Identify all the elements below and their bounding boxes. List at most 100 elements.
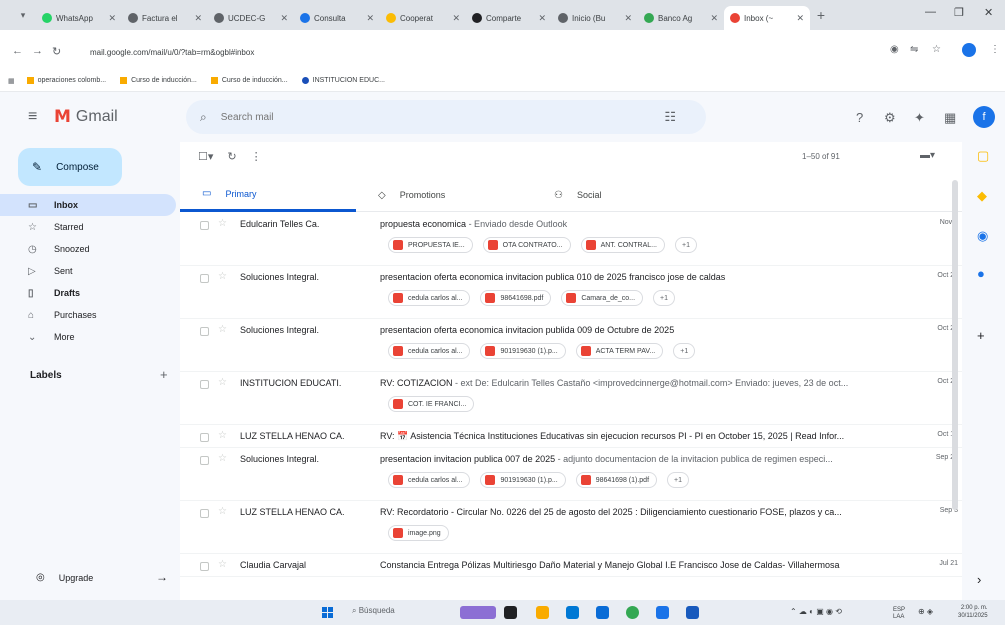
search-icon[interactable]: ⌕ — [200, 110, 207, 125]
close-tab-icon[interactable]: ✕ — [706, 13, 718, 24]
scrollbar[interactable] — [952, 180, 958, 510]
email-row[interactable]: ☆ LUZ STELLA HENAO CA. RV: Recordatorio - … — [180, 501, 962, 554]
browser-tab[interactable]: Comparte ✕ — [466, 6, 552, 30]
row-checkbox[interactable] — [200, 456, 209, 465]
nav-item-purchases[interactable]: ⌂ Purchases — [0, 304, 176, 326]
bookmark-item[interactable]: operaciones colomb... — [26, 77, 106, 84]
browser-tab[interactable]: Inicio (Bu ✕ — [552, 6, 638, 30]
attachment-chip[interactable]: 901919630 (1).p... — [480, 472, 566, 488]
outlook-icon[interactable] — [656, 606, 669, 619]
close-tab-icon[interactable]: ✕ — [190, 13, 202, 24]
browser-tab[interactable]: UCDEC-G ✕ — [208, 6, 294, 30]
close-tab-icon[interactable]: ✕ — [104, 13, 116, 24]
email-row[interactable]: ☆ Soluciones Integral. presentacion invita… — [180, 448, 962, 501]
minimize-icon[interactable]: — — [925, 6, 936, 18]
contacts-icon[interactable]: ● — [977, 266, 985, 281]
task-view-icon[interactable] — [504, 606, 517, 619]
star-icon[interactable]: ☆ — [218, 218, 227, 229]
upgrade-button[interactable]: ◎ Upgrade — [36, 572, 93, 583]
more-attachments-chip[interactable]: +1 — [653, 290, 675, 306]
bookmark-item[interactable]: INSTITUCION EDUC... — [301, 77, 385, 84]
row-checkbox[interactable] — [200, 509, 209, 518]
help-icon[interactable]: ? — [856, 110, 863, 125]
apps-icon[interactable]: ▦ — [944, 110, 956, 126]
browser-tab[interactable]: Inbox (~ ✕ — [724, 6, 810, 30]
close-tab-icon[interactable]: ✕ — [534, 13, 546, 24]
windows-start-icon[interactable] — [322, 607, 333, 618]
compose-button[interactable]: ✎ Compose — [18, 148, 122, 186]
back-icon[interactable]: ← — [12, 45, 23, 57]
nav-item-drafts[interactable]: ▯ Drafts — [0, 282, 176, 304]
star-icon[interactable]: ☆ — [218, 506, 227, 517]
more-attachments-chip[interactable]: +1 — [674, 237, 697, 253]
row-checkbox[interactable] — [200, 327, 209, 336]
gmail-logo[interactable]: M Gmail — [54, 107, 118, 127]
row-checkbox[interactable] — [200, 562, 209, 571]
input-tools-icon[interactable]: ▬▾ — [920, 150, 935, 161]
close-tab-icon[interactable]: ✕ — [276, 13, 288, 24]
edge-icon[interactable] — [566, 606, 579, 619]
close-window-icon[interactable]: ✕ — [984, 6, 993, 19]
menu-dots-icon[interactable]: ⋮ — [990, 44, 1000, 55]
close-tab-icon[interactable]: ✕ — [448, 13, 460, 24]
nav-item-snoozed[interactable]: ◷ Snoozed — [0, 238, 176, 260]
new-tab-button[interactable]: + — [810, 7, 832, 23]
attachment-chip[interactable]: ACTA TERM PAV... — [575, 343, 664, 359]
email-row[interactable]: ☆ Claudia Carvajal Constancia Entrega Póli… — [180, 554, 962, 577]
widgets-icon[interactable] — [460, 606, 496, 619]
keep-icon[interactable]: ◆ — [977, 188, 987, 204]
nav-item-sent[interactable]: ▷ Sent — [0, 260, 176, 282]
main-menu-icon[interactable]: ≡ — [28, 108, 37, 126]
word-icon[interactable] — [686, 606, 699, 619]
nav-item-starred[interactable]: ☆ Starred — [0, 216, 176, 238]
reload-icon[interactable]: ↻ — [52, 45, 61, 58]
attachment-chip[interactable]: Camara_de_co... — [561, 290, 644, 306]
refresh-icon[interactable]: ↻ — [227, 150, 236, 163]
taskbar-clock[interactable]: 2:00 p. m. 30/11/2025 — [958, 604, 988, 620]
tab-search-icon[interactable]: ▾ — [10, 10, 36, 21]
email-row[interactable]: ☆ Soluciones Integral. presentacion oferta… — [180, 266, 962, 319]
account-avatar[interactable]: f — [973, 106, 995, 128]
gemini-icon[interactable]: ✦ — [914, 110, 925, 126]
row-checkbox[interactable] — [200, 221, 209, 230]
url-bar[interactable]: mail.google.com/mail/u/0/?tab=rm&ogbl#in… — [66, 41, 886, 63]
tab-social[interactable]: ⚇ Social — [532, 178, 708, 212]
search-input[interactable] — [220, 111, 621, 123]
network-volume-icons[interactable]: ⊕ ◈ — [918, 607, 933, 616]
close-tab-icon[interactable]: ✕ — [362, 13, 374, 24]
more-actions-icon[interactable]: ⋮ — [251, 150, 262, 163]
row-checkbox[interactable] — [200, 274, 209, 283]
maximize-icon[interactable]: ❐ — [954, 6, 964, 19]
star-icon[interactable]: ☆ — [218, 271, 227, 282]
attachment-chip[interactable]: ANT. CONTRAL... — [580, 237, 665, 253]
taskbar-search[interactable]: ⌕ Búsqueda — [352, 606, 395, 616]
star-icon[interactable]: ☆ — [218, 324, 227, 335]
settings-gear-icon[interactable]: ⚙ — [884, 110, 896, 126]
select-all-checkbox[interactable]: ☐▾ — [198, 150, 213, 163]
nav-item-inbox[interactable]: ▭ Inbox — [0, 194, 176, 216]
store-icon[interactable] — [596, 606, 609, 619]
eye-icon[interactable]: ◉ — [890, 44, 899, 55]
attachment-chip[interactable]: COT. IE FRANCI... — [388, 396, 475, 412]
tab-promotions[interactable]: ◇ Promotions — [356, 178, 532, 212]
chrome-icon[interactable] — [626, 606, 639, 619]
apps-grid-icon[interactable]: ▦ — [8, 77, 15, 85]
attachment-chip[interactable]: 98641698.pdf — [480, 290, 552, 306]
language-indicator[interactable]: ESP LAA — [893, 607, 905, 621]
close-tab-icon[interactable]: ✕ — [792, 13, 804, 24]
attachment-chip[interactable]: OTA CONTRATO... — [482, 237, 571, 253]
attachment-chip[interactable]: cedula carlos al... — [388, 290, 471, 306]
arrow-right-icon[interactable]: → — [156, 570, 168, 584]
star-icon[interactable]: ☆ — [218, 430, 227, 441]
star-icon[interactable]: ☆ — [218, 559, 227, 570]
system-tray-icons[interactable]: ⌃ ☁ ◐ ▣ ◉ ⟲ — [790, 607, 842, 616]
more-attachments-chip[interactable]: +1 — [673, 343, 696, 359]
attachment-chip[interactable]: 901919630 (1).p... — [480, 343, 566, 359]
attachment-chip[interactable]: cedula carlos al... — [388, 343, 471, 359]
browser-tab[interactable]: Consulta ✕ — [294, 6, 380, 30]
tasks-icon[interactable]: ◉ — [977, 228, 988, 244]
email-row[interactable]: ☆ LUZ STELLA HENAO CA. RV: 📅 Asistencia Té… — [180, 425, 962, 448]
row-checkbox[interactable] — [200, 380, 209, 389]
file-explorer-icon[interactable] — [536, 606, 549, 619]
browser-tab[interactable]: Factura el ✕ — [122, 6, 208, 30]
